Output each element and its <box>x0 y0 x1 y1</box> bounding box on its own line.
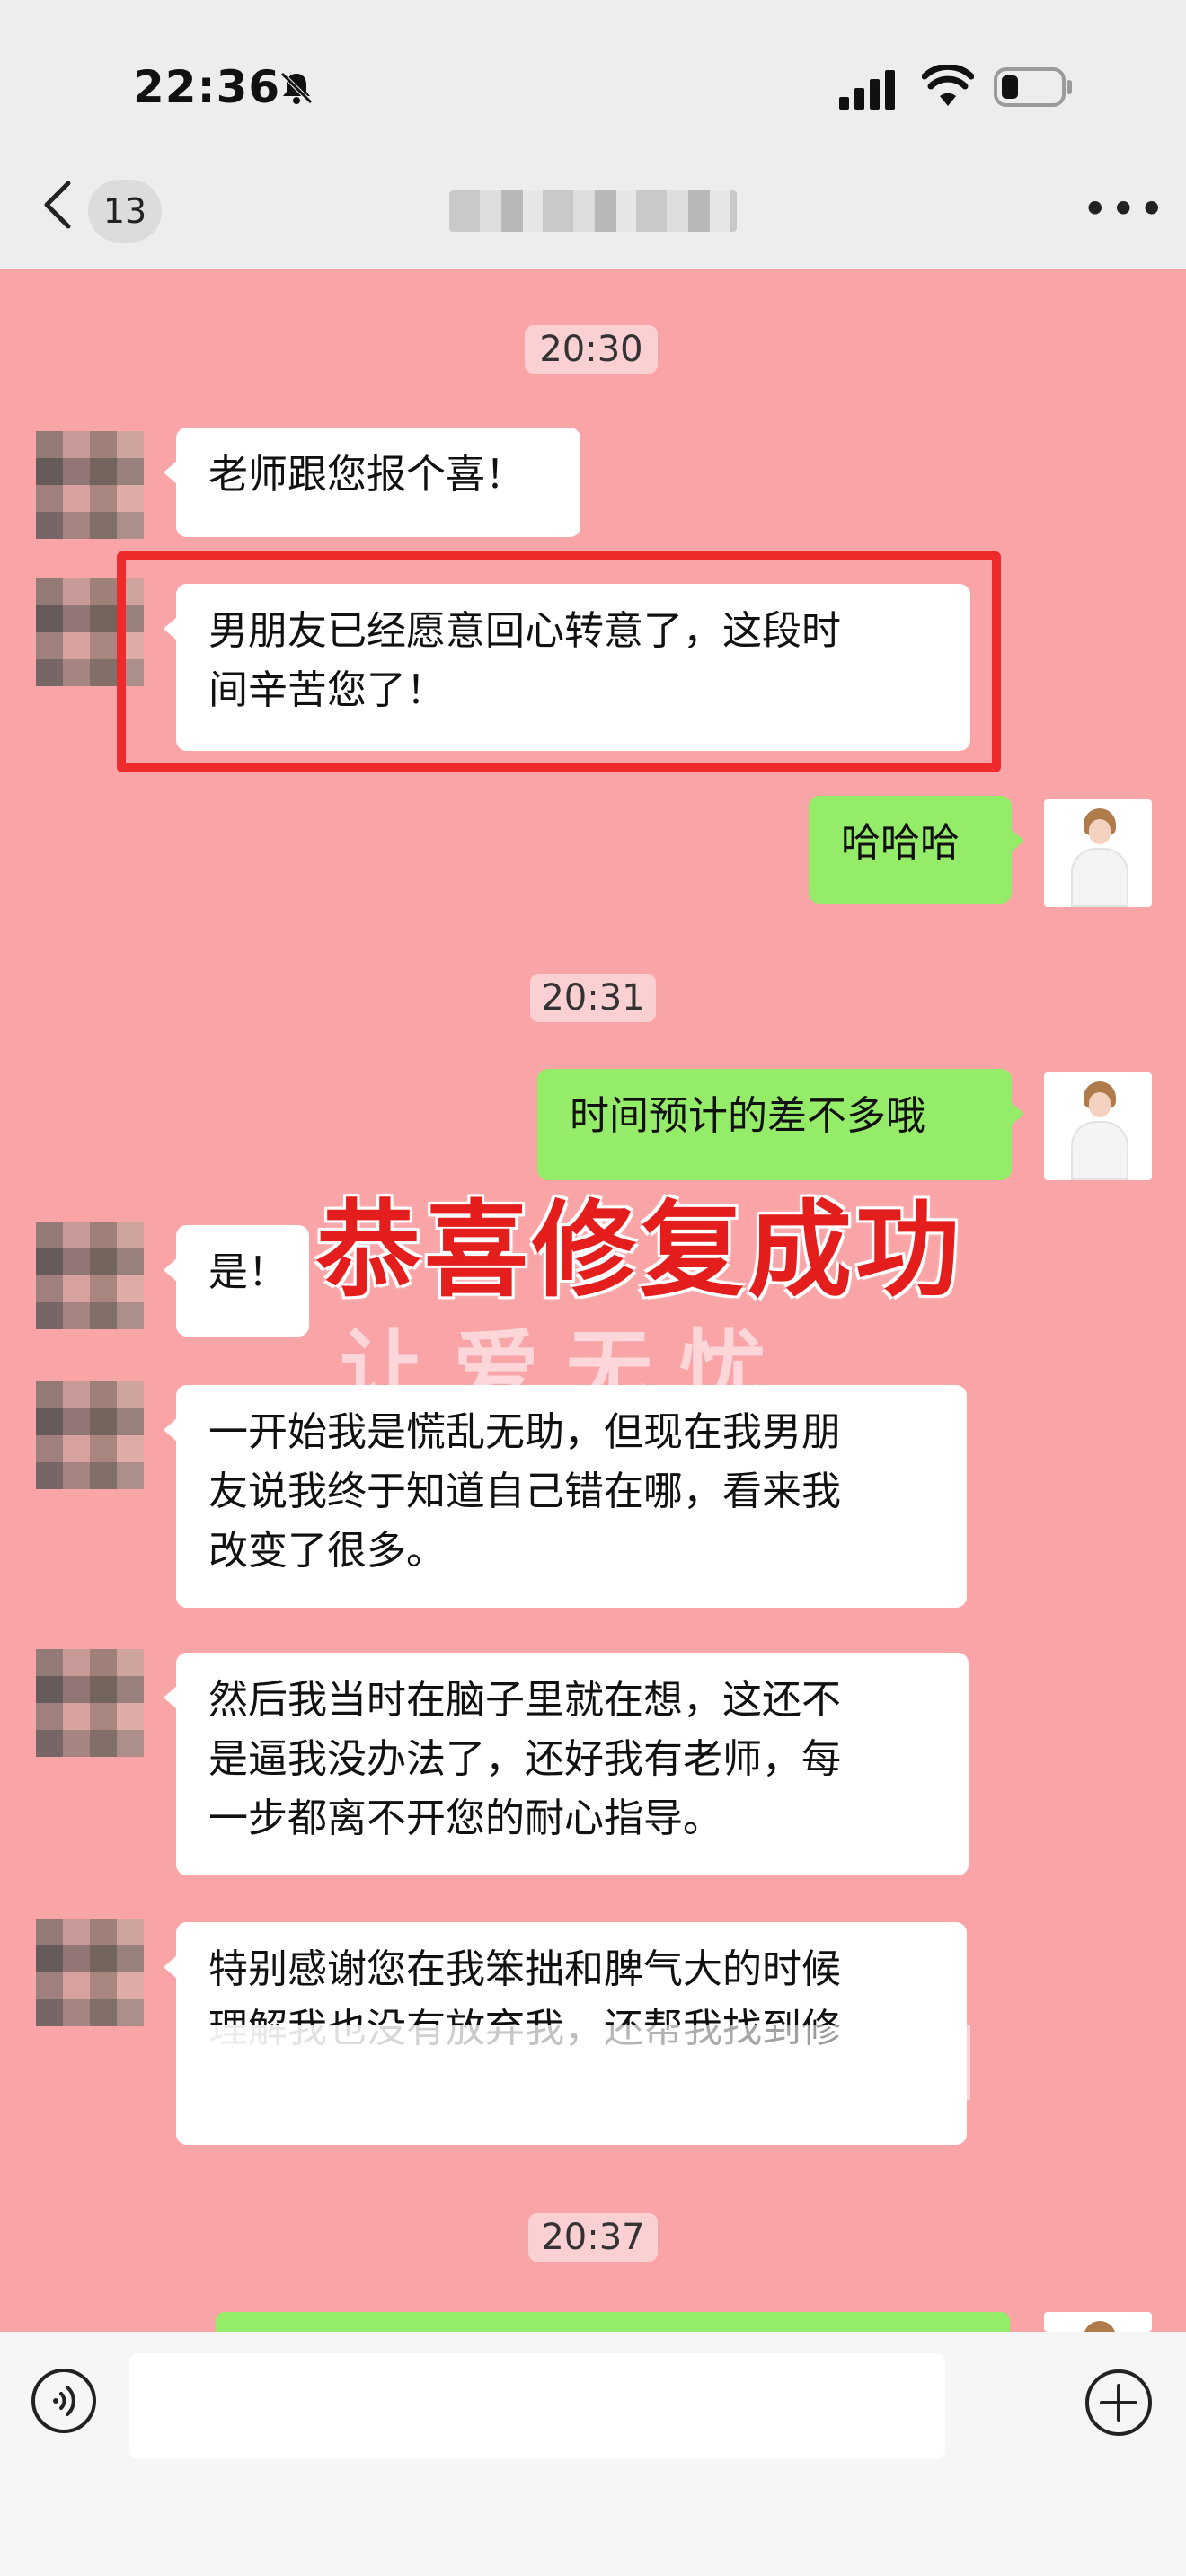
message-bubble-received[interactable]: 然后我当时在脑子里就在想，这还不 是逼我没办法了，还好我有老师，每 一步都离不开… <box>164 1653 969 1875</box>
contact-avatar[interactable] <box>36 431 144 539</box>
message-line: 特别感谢您在我笨拙和脾气大的时候 <box>208 1946 841 1992</box>
timestamp: 20:37 <box>528 2213 658 2262</box>
message-bubble-received[interactable]: 是！ <box>164 1225 309 1337</box>
message-line: 改变了很多。 <box>208 1528 446 1574</box>
wifi-icon <box>922 65 974 106</box>
message-line: 老师跟您报个喜！ <box>208 452 525 498</box>
contact-name: ████ ██████ <box>449 190 737 232</box>
contact-avatar[interactable] <box>36 1649 144 1757</box>
unread-count-badge[interactable]: 13 <box>88 180 162 243</box>
user-avatar[interactable] <box>1044 2312 1152 2332</box>
message-line: 友说我终于知道自己错在哪，看来我 <box>208 1469 841 1514</box>
chevron-left-icon[interactable] <box>40 178 75 232</box>
signal-icon <box>839 70 895 110</box>
contact-avatar[interactable] <box>36 1381 144 1489</box>
user-avatar[interactable] <box>1044 1072 1152 1180</box>
message-line: 然后我当时在脑子里就在想，这还不 <box>208 1677 841 1723</box>
white-fade-overlay <box>180 2025 970 2100</box>
message-input[interactable] <box>129 2353 945 2459</box>
highlight-frame <box>117 551 1001 772</box>
contact-avatar[interactable] <box>36 1919 144 2026</box>
voice-icon[interactable] <box>31 2368 97 2434</box>
message-line: 哈哈哈 <box>841 820 960 866</box>
message-line: 是！ <box>208 1249 288 1295</box>
message-bubble-received[interactable]: 老师跟您报个喜！ <box>164 428 580 537</box>
plus-circle-icon[interactable] <box>1084 2368 1154 2438</box>
status-time: 22:36 <box>133 61 281 113</box>
timestamp: 20:31 <box>530 974 656 1022</box>
message-line: 是逼我没办法了，还好我有老师，每 <box>208 1736 841 1782</box>
bell-slash-icon <box>280 72 313 104</box>
timestamp: 20:30 <box>525 325 658 374</box>
input-bar <box>0 2332 1186 2576</box>
battery-icon <box>994 67 1072 107</box>
contact-avatar[interactable] <box>36 1222 144 1329</box>
top-bar: 22:36 13 ████ ██████ ••• <box>0 0 1186 269</box>
watermark-overlay: 让爱无忧 <box>340 1320 792 1421</box>
message-line: 时间预计的差不多哦 <box>570 1093 925 1139</box>
message-bubble-sent[interactable]: 时间预计的差不多哦 <box>537 1069 1024 1180</box>
message-bubble-sent[interactable]: 哈哈哈 <box>809 796 1024 904</box>
user-avatar[interactable] <box>1044 799 1152 907</box>
message-line: 一步都离不开您的耐心指导。 <box>208 1795 722 1841</box>
headline-overlay: 恭喜修复成功 <box>316 1190 963 1311</box>
more-dots-icon[interactable]: ••• <box>1082 187 1164 232</box>
